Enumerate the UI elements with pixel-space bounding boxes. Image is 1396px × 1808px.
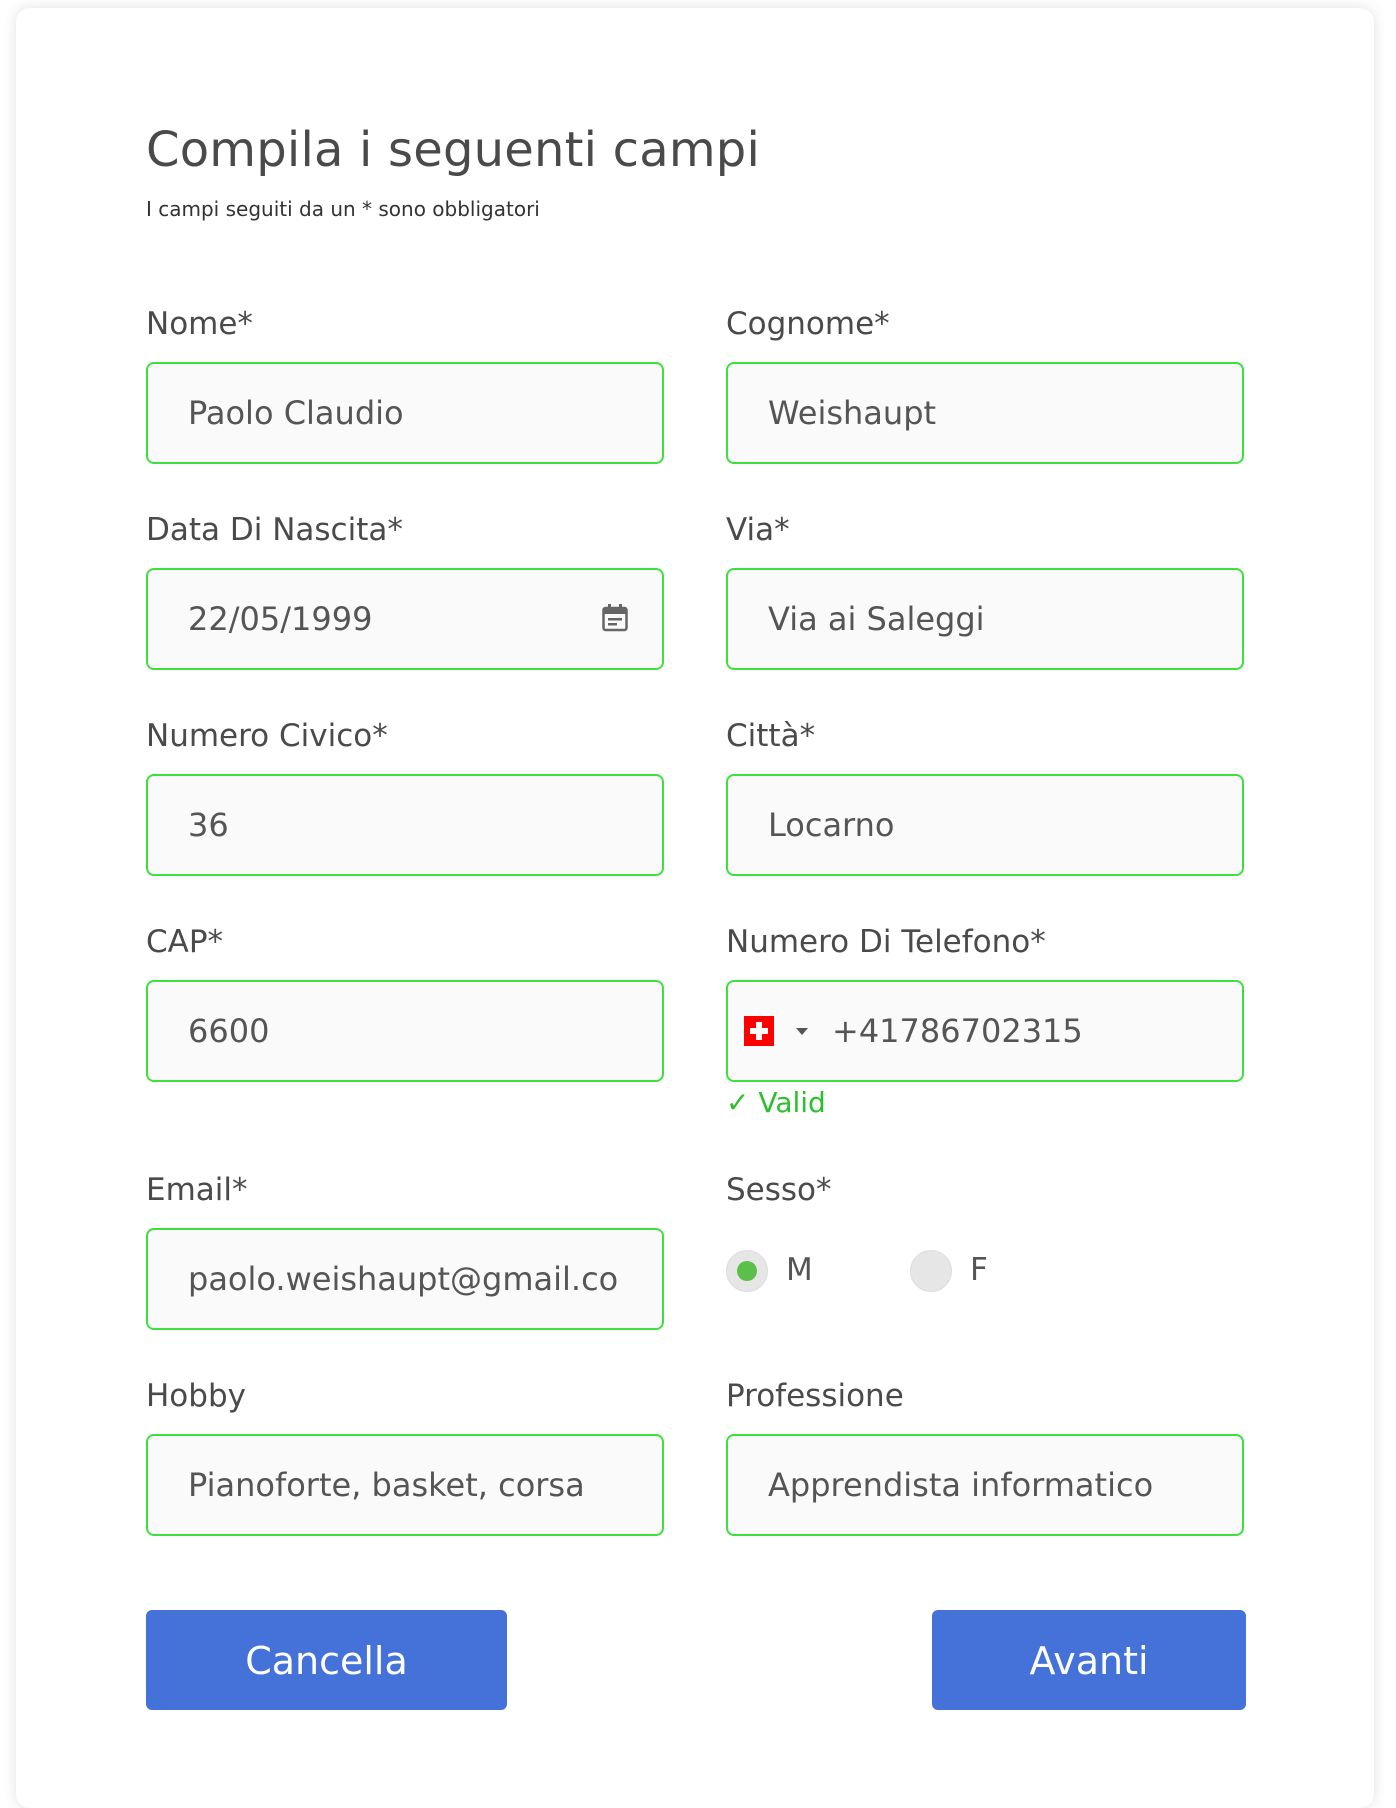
radio-f[interactable] (910, 1250, 952, 1292)
cap-value: 6600 (188, 1012, 270, 1050)
telefono-label: Numero Di Telefono* (726, 924, 1046, 960)
page-title: Compila i seguenti campi (146, 122, 761, 178)
nome-input[interactable]: Paolo Claudio (146, 362, 664, 464)
telefono-input[interactable]: +41786702315 (726, 980, 1244, 1082)
email-label: Email* (146, 1172, 248, 1208)
cognome-label: Cognome* (726, 306, 890, 342)
nome-label: Nome* (146, 306, 253, 342)
citta-label: Città* (726, 718, 816, 754)
numero-civico-input[interactable]: 36 (146, 774, 664, 876)
radio-f-label: F (970, 1252, 988, 1288)
cognome-value: Weishaupt (768, 394, 937, 432)
phone-valid-status: ✓ Valid (726, 1086, 826, 1119)
citta-value: Locarno (768, 806, 895, 844)
chevron-down-icon[interactable] (796, 1028, 808, 1035)
next-button[interactable]: Avanti (932, 1610, 1246, 1710)
nome-value: Paolo Claudio (188, 394, 404, 432)
professione-label: Professione (726, 1378, 904, 1414)
email-value: paolo.weishaupt@gmail.co (188, 1260, 619, 1298)
cognome-input[interactable]: Weishaupt (726, 362, 1244, 464)
professione-input[interactable]: Apprendista informatico (726, 1434, 1244, 1536)
numero-civico-value: 36 (188, 806, 229, 844)
hobby-value: Pianoforte, basket, corsa (188, 1466, 585, 1504)
via-input[interactable]: Via ai Saleggi (726, 568, 1244, 670)
data-nascita-label: Data Di Nascita* (146, 512, 403, 548)
citta-input[interactable]: Locarno (726, 774, 1244, 876)
cancel-button[interactable]: Cancella (146, 1610, 507, 1710)
hobby-input[interactable]: Pianoforte, basket, corsa (146, 1434, 664, 1536)
via-value: Via ai Saleggi (768, 600, 985, 638)
data-nascita-input[interactable]: 22/05/1999 (146, 568, 664, 670)
form-card (16, 8, 1374, 1808)
numero-civico-label: Numero Civico* (146, 718, 388, 754)
radio-m[interactable] (726, 1250, 768, 1292)
via-label: Via* (726, 512, 790, 548)
radio-m-label: M (786, 1252, 813, 1288)
professione-value: Apprendista informatico (768, 1466, 1154, 1504)
telefono-value: +41786702315 (832, 1012, 1083, 1050)
hobby-label: Hobby (146, 1378, 246, 1414)
cap-input[interactable]: 6600 (146, 980, 664, 1082)
email-input[interactable]: paolo.weishaupt@gmail.co (146, 1228, 664, 1330)
data-nascita-value: 22/05/1999 (188, 600, 373, 638)
sesso-label: Sesso* (726, 1172, 832, 1208)
cap-label: CAP* (146, 924, 224, 960)
required-fields-note: I campi seguiti da un * sono obbligatori (146, 197, 540, 221)
calendar-icon[interactable] (602, 604, 628, 632)
switzerland-flag-icon[interactable] (744, 1016, 774, 1046)
